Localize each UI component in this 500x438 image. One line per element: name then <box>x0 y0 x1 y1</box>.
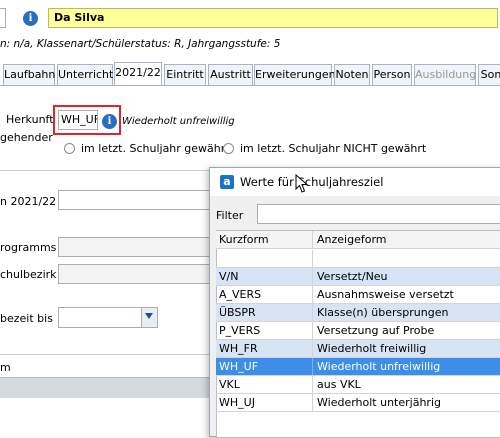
schulbezirk-label: chulbezirk <box>0 268 57 281</box>
table-row[interactable]: A_VERS Ausnahmsweise versetzt <box>216 286 500 304</box>
schulbezirk-input[interactable] <box>58 264 210 284</box>
tab-strip <box>0 85 500 86</box>
cell-anzeigeform: Versetzung auf Probe <box>317 324 435 337</box>
tab-eintritt[interactable]: Eintritt <box>164 64 206 85</box>
tab-label: Noten <box>335 68 369 81</box>
section-divider <box>0 170 210 171</box>
cell-anzeigeform: Ausnahmsweise versetzt <box>317 288 454 301</box>
chevron-down-icon <box>145 313 153 319</box>
cell-kurzform: WH_UF <box>219 360 259 373</box>
table-row[interactable] <box>216 250 500 268</box>
table-row[interactable]: ÜBSPR Klasse(n) übersprungen <box>216 304 500 322</box>
cell-anzeigeform: Wiederholt freiwillig <box>317 342 427 355</box>
student-info-line: n: n/a, Klassenart/Schülerstatus: R, Jah… <box>0 38 281 50</box>
tab-erweiterungen[interactable]: Erweiterungen <box>254 64 336 85</box>
gehender-label: gehender <box>0 131 53 144</box>
radio-nicht-gewaehrt-label: im letzt. Schuljahr NICHT gewährt <box>240 142 427 155</box>
filter-input[interactable] <box>257 204 500 224</box>
col-anzeigeform-header[interactable]: Anzeigeform <box>317 233 387 246</box>
dropdown-button[interactable] <box>141 308 157 327</box>
tab-label: Person <box>373 68 411 81</box>
cell-anzeigeform: aus VKL <box>317 378 361 391</box>
tab-2021-22[interactable]: 2021/22 <box>114 62 162 85</box>
tab-unterricht[interactable]: Unterricht <box>57 64 113 85</box>
tab-ausbildung: Ausbildung <box>414 64 476 85</box>
cell-anzeigeform: Wiederholt unfreiwillig <box>317 360 441 373</box>
programms-input[interactable] <box>58 237 210 257</box>
tab-son[interactable]: Son <box>478 64 500 85</box>
bottom-divider <box>0 354 210 355</box>
app-logo-icon: a <box>220 175 234 189</box>
search-field[interactable] <box>0 8 6 28</box>
bezeit-select[interactable] <box>58 307 158 328</box>
tab-label: Unterricht <box>58 68 114 81</box>
table-row-selected[interactable]: WH_UF Wiederholt unfreiwillig <box>216 358 500 376</box>
herkunft-value: WH_UF <box>61 113 98 126</box>
table-row[interactable]: VKL aus VKL <box>216 376 500 394</box>
cell-kurzform: VKL <box>219 378 240 391</box>
herkunft-label: Herkunft <box>6 113 54 126</box>
student-name-field[interactable]: Da Silva <box>48 8 498 28</box>
radio-gewaehrt-label: im letzt. Schuljahr gewährt <box>81 142 230 155</box>
table-row[interactable]: WH_FR Wiederholt freiwillig <box>216 340 500 358</box>
tab-austritt[interactable]: Austritt <box>208 64 253 85</box>
tab-label: Laufbahn <box>4 68 56 81</box>
tab-label: Ausbildung <box>415 68 477 81</box>
tab-label: Eintritt <box>166 68 204 81</box>
dialog-title: Werte für Schuljahresziel <box>240 175 384 189</box>
dialog-titlebar[interactable]: a Werte für Schuljahresziel <box>210 168 500 196</box>
tab-label: Son <box>480 68 500 81</box>
cell-kurzform: V/N <box>219 270 239 283</box>
cell-anzeigeform: Versetzt/Neu <box>317 270 388 283</box>
tab-label: 2021/22 <box>115 66 161 79</box>
cell-anzeigeform: Wiederholt unterjährig <box>317 396 441 409</box>
bottom-label: m <box>0 361 11 374</box>
herkunft-input[interactable]: WH_UF <box>58 110 98 130</box>
tab-label: Austritt <box>210 68 251 81</box>
programms-label: rogramms <box>0 241 57 254</box>
cell-kurzform: P_VERS <box>219 324 261 337</box>
tab-noten[interactable]: Noten <box>334 64 370 85</box>
herkunft-description: Wiederholt unfreiwillig <box>122 116 235 127</box>
cell-kurzform: WH_UJ <box>219 396 255 409</box>
bottom-bar <box>0 377 210 398</box>
grid-header: Kurzform Anzeigeform <box>216 231 500 249</box>
tab-person[interactable]: Person <box>372 64 412 85</box>
year-input[interactable] <box>58 190 210 210</box>
info-icon[interactable]: i <box>23 11 38 26</box>
bezeit-label: bezeit bis <box>0 312 53 325</box>
cell-kurzform: A_VERS <box>219 288 262 301</box>
table-row[interactable]: V/N Versetzt/Neu <box>216 268 500 286</box>
cell-kurzform: WH_FR <box>219 342 258 355</box>
tab-label: Erweiterungen <box>255 68 336 81</box>
tab-laufbahn[interactable]: Laufbahn <box>3 64 55 85</box>
cell-anzeigeform: Klasse(n) übersprungen <box>317 306 449 319</box>
radio-nicht-gewaehrt[interactable] <box>223 143 234 154</box>
filter-label: Filter <box>216 209 244 222</box>
lookup-dialog: a Werte für Schuljahresziel Filter Kurzf… <box>209 167 500 438</box>
year-label: n 2021/22 <box>0 195 57 208</box>
mouse-cursor-icon <box>295 174 309 193</box>
table-row[interactable]: P_VERS Versetzung auf Probe <box>216 322 500 340</box>
radio-gewaehrt[interactable] <box>64 143 75 154</box>
cell-kurzform: ÜBSPR <box>219 306 256 319</box>
student-name-value: Da Silva <box>54 11 105 24</box>
table-row[interactable]: WH_UJ Wiederholt unterjährig <box>216 394 500 412</box>
col-kurzform-header[interactable]: Kurzform <box>219 233 269 246</box>
herkunft-info-icon[interactable]: i <box>102 114 117 129</box>
